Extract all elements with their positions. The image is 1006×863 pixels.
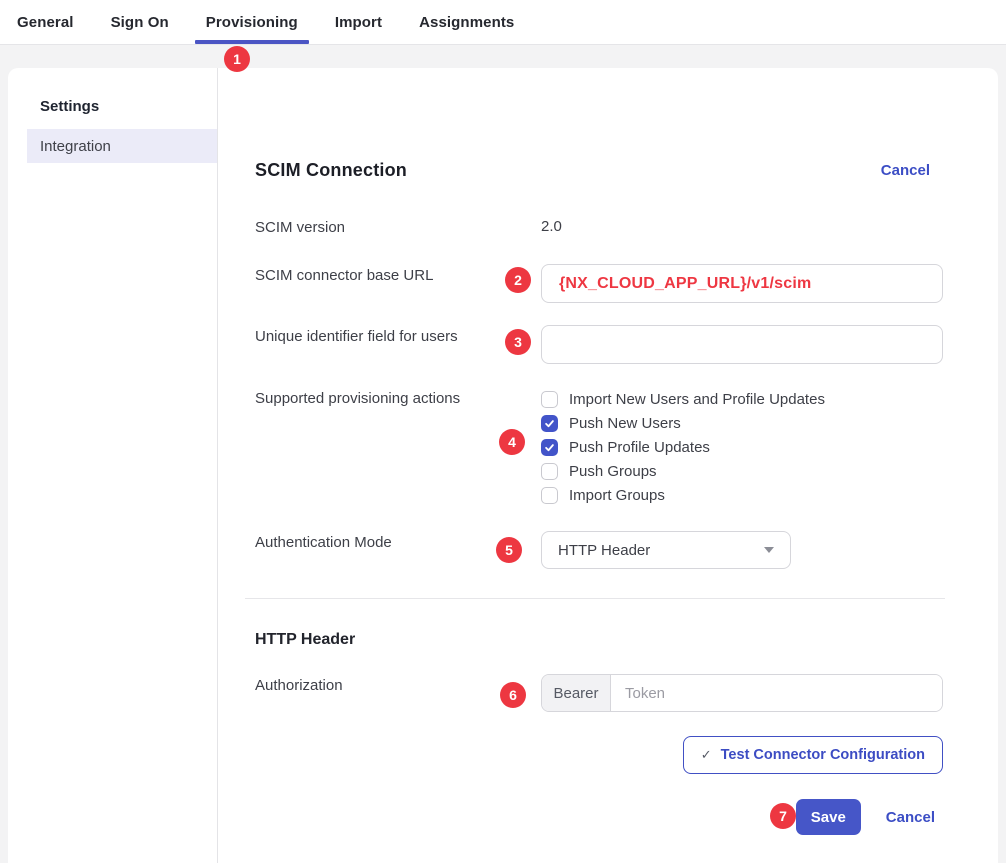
- annotation-badge-2: 2: [505, 267, 531, 293]
- checkbox[interactable]: [541, 415, 558, 432]
- checkbox-option-import-groups[interactable]: Import Groups: [541, 483, 943, 507]
- tab-label: Sign On: [111, 14, 169, 31]
- tab-label: General: [17, 14, 74, 31]
- tab-assignments[interactable]: Assignments: [419, 0, 514, 44]
- auth-mode-select[interactable]: HTTP Header: [541, 531, 791, 569]
- field-label: Unique identifier field for users: [255, 325, 541, 348]
- checkbox-option-import-users[interactable]: Import New Users and Profile Updates: [541, 387, 943, 411]
- check-icon: [544, 442, 555, 453]
- sidebar: Settings Integration: [8, 68, 218, 863]
- checkbox-label: Push New Users: [569, 415, 681, 432]
- unique-identifier-row: Unique identifier field for users: [255, 325, 943, 364]
- auth-mode-selected-value: HTTP Header: [558, 542, 764, 559]
- checkbox-option-push-profile-updates[interactable]: Push Profile Updates: [541, 435, 943, 459]
- base-url-input[interactable]: [541, 264, 943, 303]
- test-connector-label: Test Connector Configuration: [721, 747, 925, 763]
- scim-connection-panel: SCIM Connection Cancel SCIM version 2.0 …: [218, 68, 998, 863]
- sidebar-item-integration[interactable]: Integration: [27, 129, 217, 163]
- provisioning-actions-row: Supported provisioning actions Import Ne…: [255, 387, 943, 507]
- annotation-badge-5: 5: [496, 537, 522, 563]
- annotation-badge-3: 3: [505, 329, 531, 355]
- checkbox[interactable]: [541, 463, 558, 480]
- tab-label: Assignments: [419, 14, 514, 31]
- save-button[interactable]: Save: [796, 799, 861, 835]
- sidebar-item-label: Integration: [40, 138, 111, 155]
- test-connector-button[interactable]: Test Connector Configuration: [683, 736, 943, 774]
- checkbox-label: Push Profile Updates: [569, 439, 710, 456]
- checkbox-label: Import New Users and Profile Updates: [569, 391, 825, 408]
- panel-title: SCIM Connection: [255, 160, 407, 181]
- tab-label: Provisioning: [206, 14, 298, 31]
- app-tabbar: General Sign On Provisioning Import Assi…: [0, 0, 1006, 45]
- check-icon: [544, 418, 555, 429]
- annotation-badge-7: 7: [770, 803, 796, 829]
- provisioning-actions-options: Import New Users and Profile Updates Pus…: [541, 387, 943, 507]
- check-icon: [701, 747, 712, 763]
- scim-version-value: 2.0: [541, 216, 943, 238]
- annotation-badge-6: 6: [500, 682, 526, 708]
- checkbox-option-push-new-users[interactable]: Push New Users: [541, 411, 943, 435]
- field-label: Supported provisioning actions: [255, 387, 541, 410]
- settings-card: Settings Integration SCIM Connection Can…: [8, 68, 998, 863]
- base-url-row: SCIM connector base URL: [255, 264, 943, 303]
- checkbox[interactable]: [541, 439, 558, 456]
- tab-sign-on[interactable]: Sign On: [111, 0, 169, 44]
- checkbox-option-push-groups[interactable]: Push Groups: [541, 459, 943, 483]
- token-input[interactable]: [611, 675, 942, 711]
- unique-identifier-input[interactable]: [541, 325, 943, 364]
- annotation-badge-1: 1: [224, 46, 250, 72]
- field-label: Authorization: [255, 674, 541, 697]
- tab-import[interactable]: Import: [335, 0, 382, 44]
- chevron-down-icon: [764, 547, 774, 553]
- bearer-prefix: Bearer: [542, 675, 611, 711]
- authorization-input-group: Bearer: [541, 674, 943, 712]
- checkbox[interactable]: [541, 391, 558, 408]
- sidebar-header: Settings: [40, 98, 217, 115]
- field-label: SCIM version: [255, 216, 541, 239]
- field-label: SCIM connector base URL: [255, 264, 541, 287]
- authorization-row: Authorization Bearer: [255, 674, 943, 712]
- tab-label: Import: [335, 14, 382, 31]
- cancel-link-bottom[interactable]: Cancel: [886, 809, 935, 826]
- checkbox-label: Import Groups: [569, 487, 665, 504]
- annotation-badge-4: 4: [499, 429, 525, 455]
- auth-mode-row: Authentication Mode HTTP Header: [255, 531, 943, 569]
- scim-version-row: SCIM version 2.0: [255, 216, 943, 239]
- tab-general[interactable]: General: [17, 0, 74, 44]
- tab-provisioning[interactable]: Provisioning: [206, 0, 298, 44]
- checkbox-label: Push Groups: [569, 463, 657, 480]
- cancel-link-top[interactable]: Cancel: [881, 162, 930, 179]
- http-header-section-title: HTTP Header: [255, 628, 355, 652]
- section-divider: [245, 598, 945, 599]
- checkbox[interactable]: [541, 487, 558, 504]
